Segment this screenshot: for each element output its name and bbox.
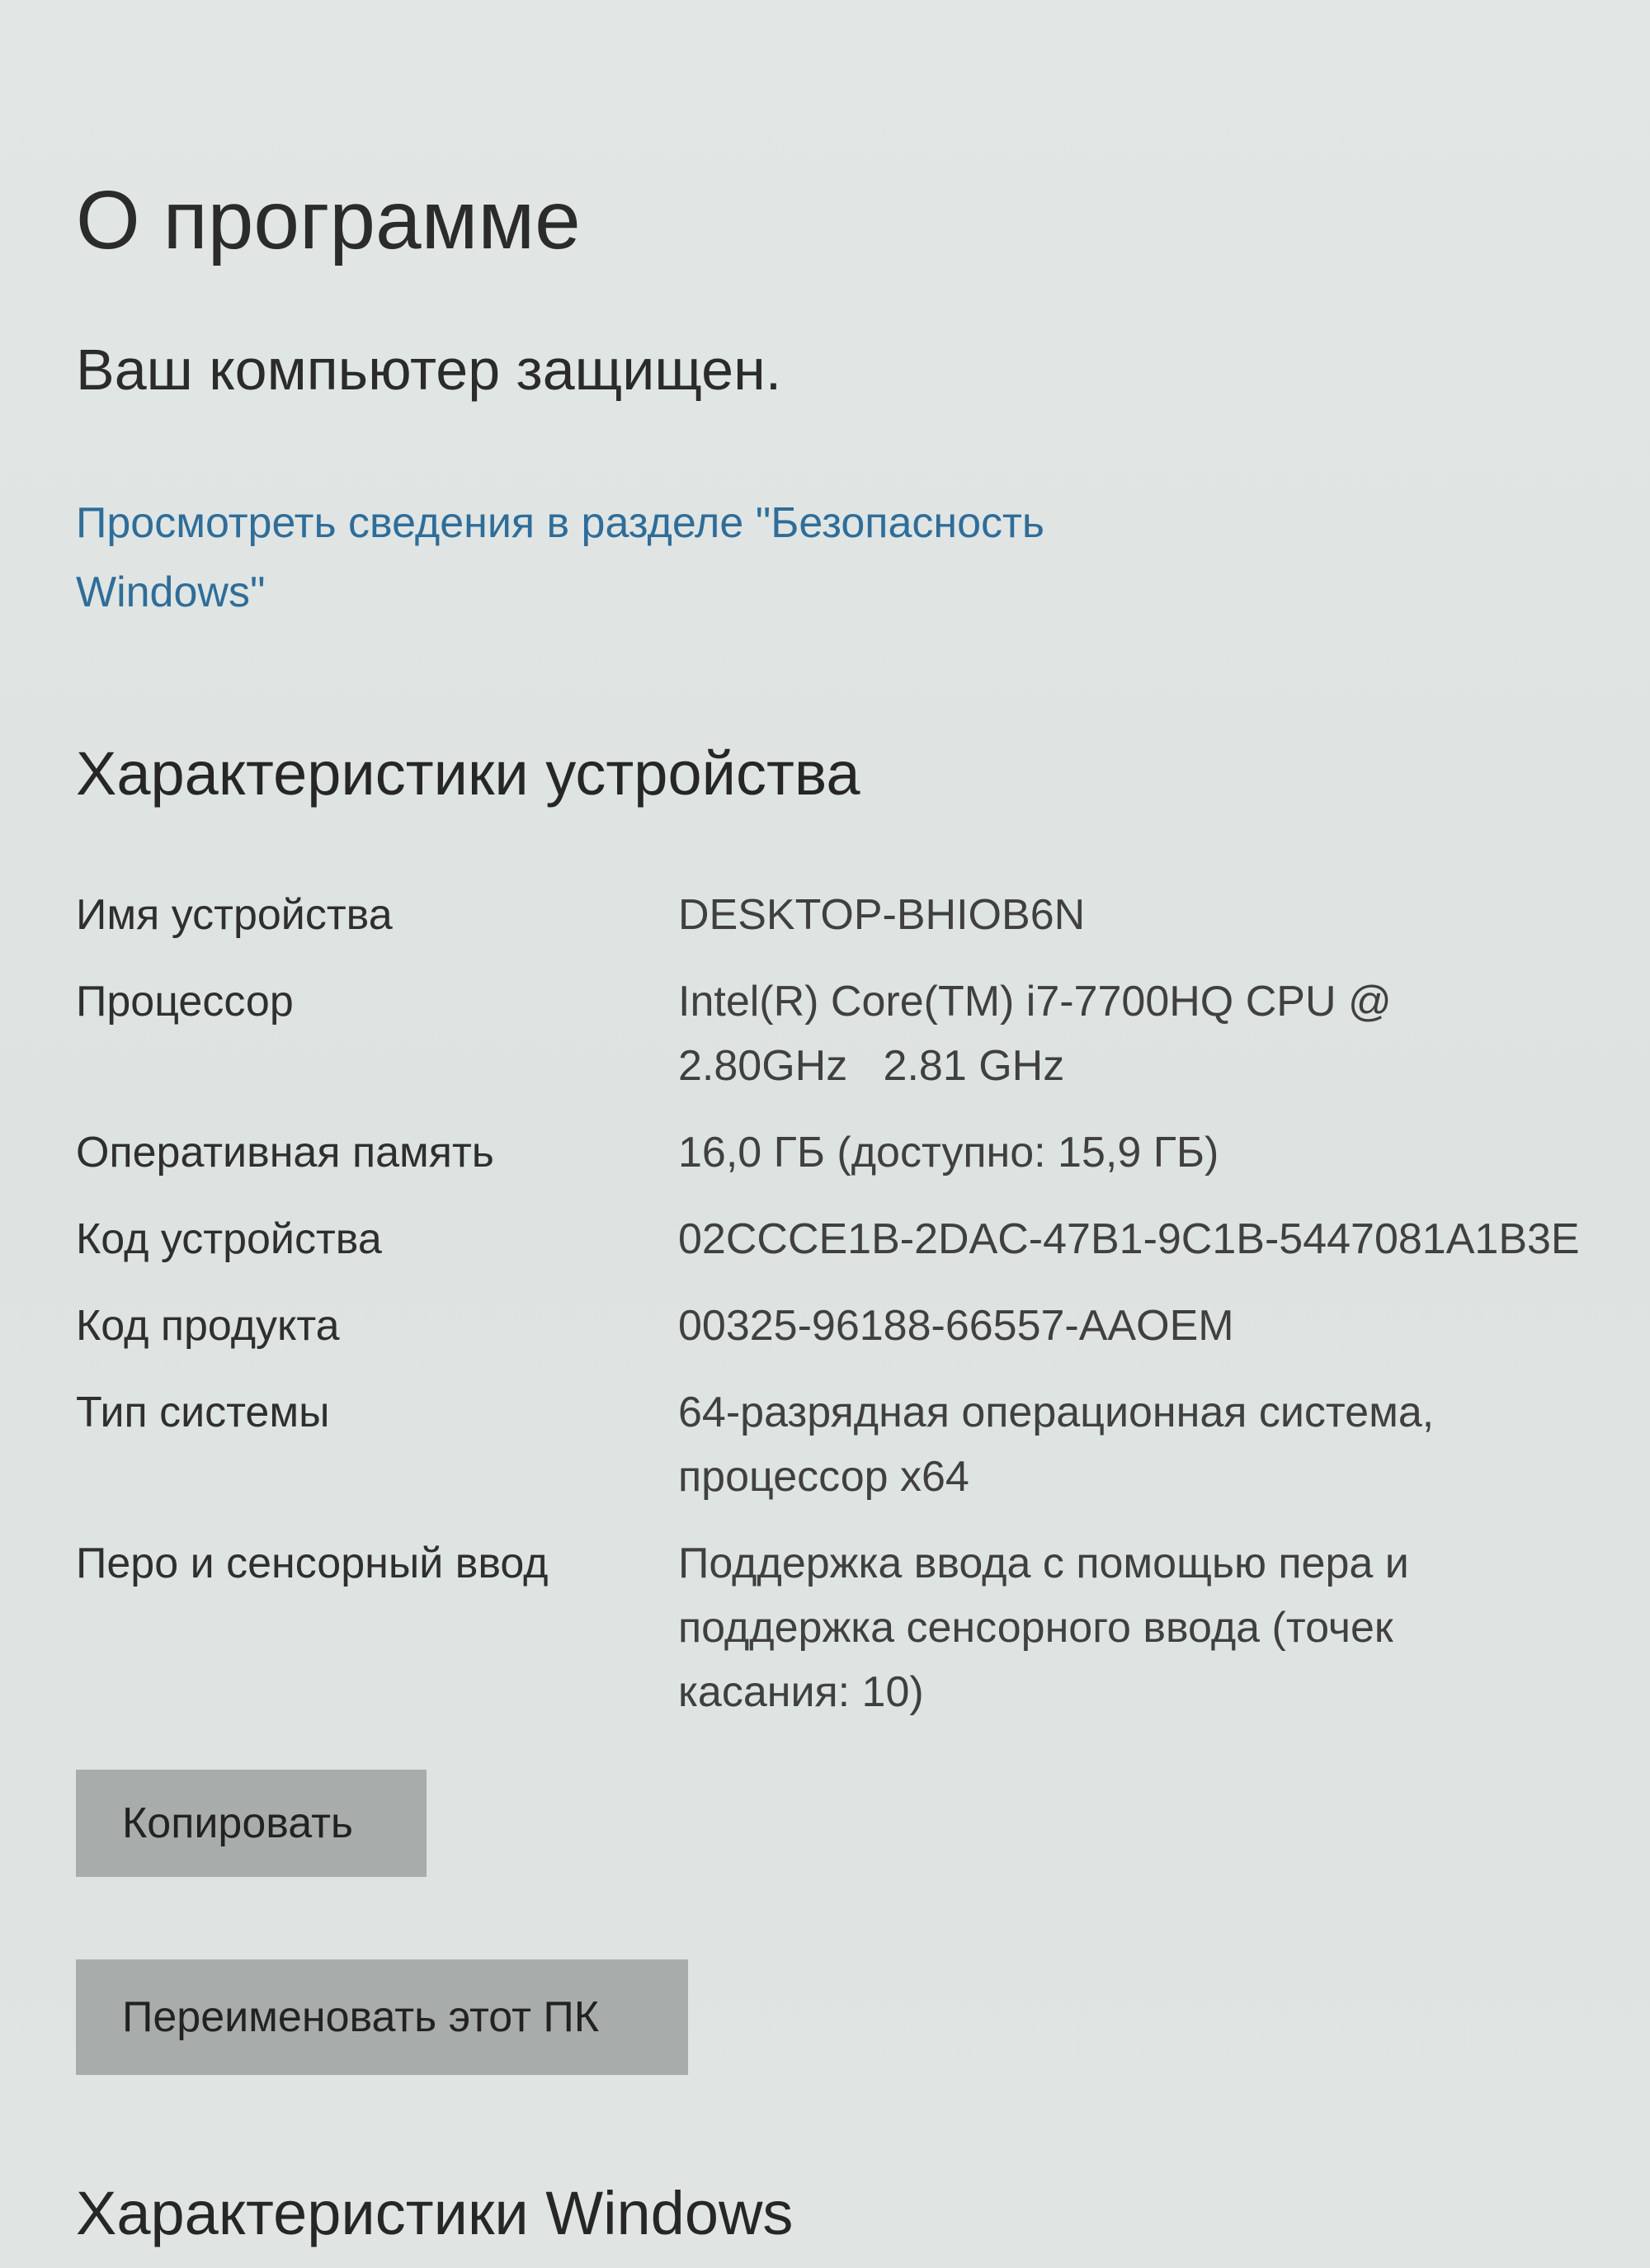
spec-value: 02CCCE1B-2DAC-47B1-9C1B-5447081A1B3E xyxy=(678,1215,1580,1263)
page-title: О программе xyxy=(76,174,581,266)
spec-label: Оперативная память xyxy=(76,1129,494,1176)
spec-label: Перо и сенсорный ввод xyxy=(76,1540,549,1587)
spec-label: Код устройства xyxy=(76,1215,382,1263)
spec-label: Процессор xyxy=(76,978,294,1026)
spec-row-product-id: Код продукта 00325-96188-66557-AAOEM xyxy=(76,1294,1610,1358)
spec-row-device-name: Имя устройства DESKTOP-BHIOB6N xyxy=(76,883,1610,947)
rename-pc-button[interactable]: Переименовать этот ПК xyxy=(76,1959,688,2075)
spec-row-device-id: Код устройства 02CCCE1B-2DAC-47B1-9C1B-5… xyxy=(76,1207,1610,1271)
spec-label: Код продукта xyxy=(76,1302,340,1350)
spec-row-system-type: Тип системы 64-разрядная операционная си… xyxy=(76,1380,1610,1509)
spec-value: 00325-96188-66557-AAOEM xyxy=(678,1302,1234,1350)
spec-row-pen-touch: Перо и сенсорный ввод Поддержка ввода с … xyxy=(76,1531,1610,1724)
windows-specs-title: Характеристики Windows xyxy=(76,2179,794,2247)
about-page: О программе Ваш компьютер защищен. Просм… xyxy=(0,0,1650,2268)
spec-row-memory: Оперативная память 16,0 ГБ (доступно: 15… xyxy=(76,1120,1610,1185)
device-specs-title: Характеристики устройства xyxy=(76,739,860,808)
device-specs-list: Имя устройства DESKTOP-BHIOB6N Процессор… xyxy=(76,883,1610,1747)
spec-value: 16,0 ГБ (доступно: 15,9 ГБ) xyxy=(678,1129,1219,1176)
security-status: Ваш компьютер защищен. xyxy=(76,337,782,402)
spec-label: Тип системы xyxy=(76,1389,330,1436)
copy-button[interactable]: Копировать xyxy=(76,1770,427,1877)
windows-security-link[interactable]: Просмотреть сведения в разделе "Безопасн… xyxy=(76,488,1181,627)
spec-value: 64-разрядная операционная система, проце… xyxy=(678,1389,1446,1501)
spec-value: Intel(R) Core(TM) i7-7700HQ CPU @ 2.80GH… xyxy=(678,978,1404,1090)
spec-row-processor: Процессор Intel(R) Core(TM) i7-7700HQ CP… xyxy=(76,969,1610,1098)
spec-value: DESKTOP-BHIOB6N xyxy=(678,891,1086,939)
spec-label: Имя устройства xyxy=(76,891,393,939)
spec-value: Поддержка ввода с помощью пера и поддерж… xyxy=(678,1540,1421,1716)
